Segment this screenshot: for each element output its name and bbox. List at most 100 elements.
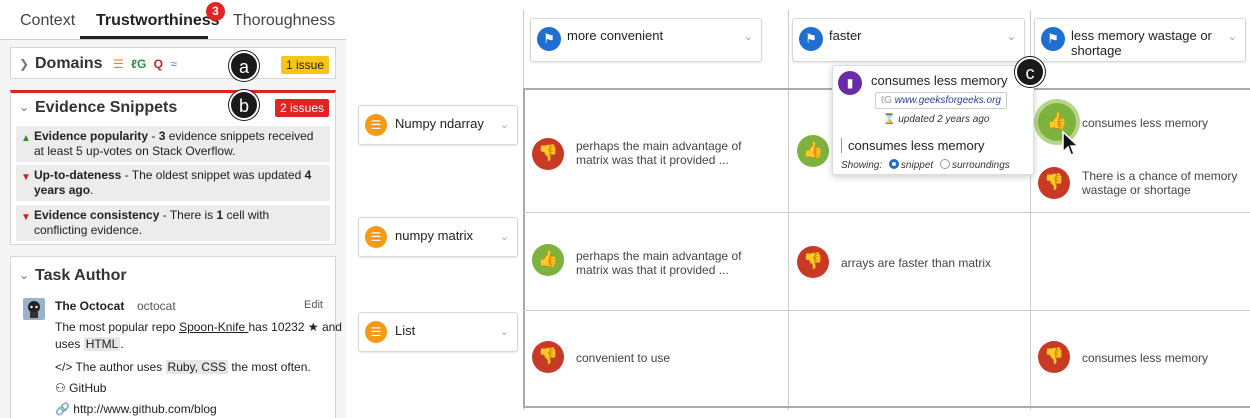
thumbs-down-icon[interactable]: 👎 [532, 341, 564, 373]
evidence-row-label: Evidence popularity [34, 129, 149, 143]
row-header-list[interactable]: ☰ List ⌄ [358, 312, 518, 352]
radio-surroundings[interactable] [939, 159, 950, 169]
hourglass-icon: ⌛ [883, 114, 896, 125]
domains-section[interactable]: ❯ Domains ☰ ℓG Q ≈ 1 issue [10, 47, 336, 79]
chevron-down-icon[interactable]: ⌄ [744, 30, 753, 43]
popup-updated-text: updated 2 years ago [898, 114, 990, 125]
grid-line [788, 10, 789, 410]
tab-context[interactable]: Context [20, 12, 75, 30]
chevron-right-icon[interactable]: ❯ [19, 57, 29, 71]
list-icon: ☰ [365, 114, 387, 136]
showing-label: Showing: [841, 160, 883, 171]
popup-updated: ⌛ updated 2 years ago [883, 114, 989, 125]
tab-bar: Context Trustworthiness 3 Thoroughness [0, 0, 346, 40]
list-icon: ☰ [365, 226, 387, 248]
cell-snippet-text[interactable]: perhaps the main advantage of matrix was… [576, 139, 776, 167]
row-header-label: List [395, 323, 416, 338]
tab-divider [0, 39, 346, 40]
evidence-row-consistency: ▼ Evidence consistency - There is 1 cell… [16, 205, 330, 241]
blog-link[interactable]: http://www.github.com/blog [73, 402, 216, 416]
flag-icon: ⚑ [537, 27, 561, 51]
column-header-label: more convenient [567, 28, 664, 43]
author-repo-language: HTML [83, 337, 121, 351]
thumbs-down-icon[interactable]: 👎 [532, 138, 564, 170]
author-languages: Ruby, CSS [165, 360, 228, 374]
evidence-row-popularity: ▲ Evidence popularity - 3 evidence snipp… [16, 126, 330, 162]
chevron-down-icon[interactable]: ⌄ [1007, 30, 1016, 43]
grid-line [523, 310, 1250, 311]
octocat-icon [28, 301, 40, 318]
thumbs-down-icon[interactable]: 👎 [797, 246, 829, 278]
author-uses-suffix: . [120, 337, 124, 351]
evidence-row-text: - [148, 129, 159, 143]
thumbs-down-icon[interactable]: 👎 [1038, 341, 1070, 373]
grid-line [523, 88, 525, 408]
row-header-numpy-matrix[interactable]: ☰ numpy matrix ⌄ [358, 217, 518, 257]
tab-trustworthiness[interactable]: Trustworthiness [96, 12, 220, 30]
task-author-title: Task Author [35, 267, 127, 284]
callout-b: b [229, 90, 259, 120]
repo-link[interactable]: Spoon-Knife [179, 320, 248, 334]
column-header-label: faster [829, 28, 862, 43]
radio-surroundings-label[interactable]: surroundings [952, 160, 1010, 171]
geeksforgeeks-icon[interactable]: ℓG [131, 57, 146, 71]
quora-icon[interactable]: Q [154, 57, 163, 71]
grid-line [523, 212, 1250, 213]
author-code-suffix: the most often. [228, 360, 311, 374]
evidence-popup: ▮ consumes less memory ℓG www.geeksforge… [832, 65, 1034, 175]
chevron-down-icon[interactable]: ⌄ [19, 100, 29, 114]
author-name[interactable]: The Octocat [55, 299, 124, 313]
author-uses-prefix: uses [55, 337, 84, 351]
source-url[interactable]: www.geeksforgeeks.org [895, 95, 1001, 106]
radio-snippet[interactable] [888, 159, 899, 169]
cell-snippet-text[interactable]: consumes less memory [1082, 351, 1208, 365]
cell-snippet-text[interactable]: arrays are faster than matrix [841, 256, 991, 270]
stackoverflow-icon[interactable]: ☰ [113, 57, 124, 71]
chevron-down-icon[interactable]: ⌄ [500, 230, 509, 243]
cell-snippet-text[interactable]: There is a chance of memory wastage or s… [1082, 169, 1242, 197]
domains-issue-badge: 1 issue [280, 56, 329, 74]
author-uses-line: uses HTML. [55, 337, 124, 351]
edit-button[interactable]: Edit [304, 299, 323, 311]
evidence-snippets-section: ⌄ Evidence Snippets 2 issues ▲ Evidence … [10, 90, 336, 245]
grid-line [523, 406, 1250, 408]
domain-icons: ☰ ℓG Q ≈ [113, 57, 181, 71]
author-repo-prefix: The most popular repo [55, 320, 180, 334]
chevron-down-icon[interactable]: ⌄ [1228, 30, 1237, 43]
column-header-less-memory[interactable]: ⚑ less memory wastage or shortage ⌄ [1034, 18, 1246, 62]
thumbs-down-icon[interactable]: 👎 [1038, 167, 1070, 199]
evidence-row-up-to-dateness: ▼ Up-to-dateness - The oldest snippet wa… [16, 165, 330, 201]
popup-title: consumes less memory [871, 73, 1008, 88]
column-header-more-convenient[interactable]: ⚑ more convenient ⌄ [530, 18, 762, 62]
author-repo-stats: has 10232 ★ and [248, 320, 342, 334]
github-link[interactable]: GitHub [69, 381, 106, 395]
column-header-faster[interactable]: ⚑ faster ⌄ [792, 18, 1025, 62]
thumbs-up-icon[interactable]: 👍 [532, 244, 564, 276]
chevron-down-icon[interactable]: ⌄ [500, 118, 509, 131]
popup-snippet: consumes less memory [841, 138, 985, 153]
avatar [23, 298, 45, 320]
evidence-row-text: - There is [159, 208, 217, 222]
bookmark-icon: ▮ [838, 71, 862, 95]
tab-thoroughness[interactable]: Thoroughness [233, 12, 335, 30]
arrow-up-icon: ▲ [21, 133, 31, 144]
arrow-down-icon: ▼ [21, 212, 31, 223]
radio-snippet-label[interactable]: snippet [901, 160, 933, 171]
thumbs-up-icon[interactable]: 👍 [797, 135, 829, 167]
author-blog-line: 🔗 http://www.github.com/blog [55, 402, 217, 416]
tab-issue-badge: 3 [206, 2, 225, 21]
author-code-prefix: </> The author uses [55, 360, 166, 374]
chevron-down-icon[interactable]: ⌄ [500, 325, 509, 338]
chevron-down-icon[interactable]: ⌄ [19, 268, 29, 282]
evidence-row-label: Up-to-dateness [34, 168, 122, 182]
evidence-row-label: Evidence consistency [34, 208, 160, 222]
cell-snippet-text[interactable]: convenient to use [576, 351, 670, 365]
cell-snippet-text[interactable]: consumes less memory [1082, 116, 1208, 130]
row-header-numpy-ndarray[interactable]: ☰ Numpy ndarray ⌄ [358, 105, 518, 145]
other-domain-icon[interactable]: ≈ [170, 57, 177, 71]
cell-snippet-text[interactable]: perhaps the main advantage of matrix was… [576, 249, 776, 277]
source-link[interactable]: ℓG www.geeksforgeeks.org [875, 92, 1007, 109]
evidence-row-text: - The oldest snippet was updated [121, 168, 305, 182]
geeksforgeeks-icon: ℓG [881, 95, 893, 106]
domains-title: Domains [35, 55, 103, 72]
